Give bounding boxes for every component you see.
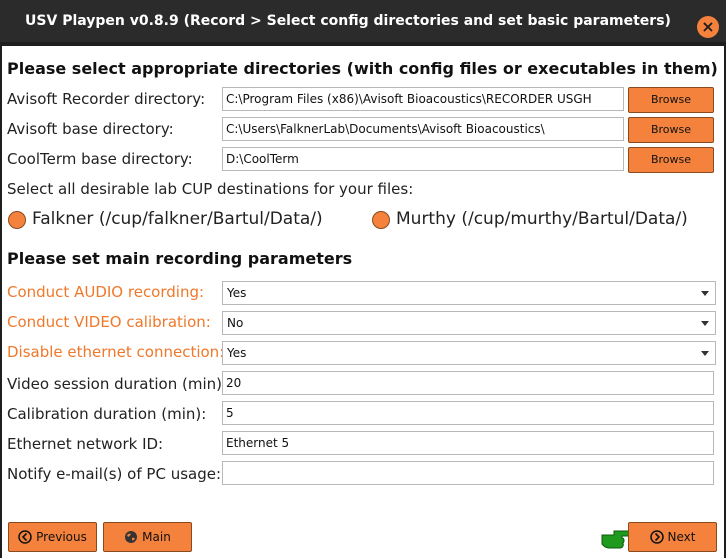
calibration-duration-field[interactable]: 5 [222, 401, 714, 425]
video-duration-label: Video session duration (min): [7, 375, 228, 393]
video-duration-field[interactable]: 20 [222, 371, 714, 395]
browse-coolterm-button[interactable]: Browse [628, 147, 714, 173]
network-id-field[interactable]: Ethernet 5 [222, 431, 714, 455]
globe-icon [125, 531, 138, 543]
next-arrow-icon [649, 530, 664, 544]
murthy-radio[interactable] [372, 211, 390, 229]
disable-ethernet-select[interactable]: Yes [222, 341, 716, 365]
browse-avisoft-base-button[interactable]: Browse [628, 117, 714, 143]
close-icon[interactable]: × [697, 16, 719, 38]
recorder-dir-field[interactable]: C:\Program Files (x86)\Avisoft Bioacoust… [222, 87, 624, 111]
previous-button-label: Previous [36, 530, 87, 544]
falkner-radio[interactable] [8, 211, 26, 229]
notify-email-label: Notify e-mail(s) of PC usage: [7, 465, 222, 483]
main-button-label: Main [142, 530, 171, 544]
video-calibration-label: Conduct VIDEO calibration: [7, 313, 211, 331]
directories-heading: Please select appropriate directories (w… [7, 59, 718, 78]
avisoft-base-dir-label: Avisoft base directory: [7, 120, 174, 138]
coolterm-dir-field[interactable]: D:\CoolTerm [222, 147, 624, 171]
window-title: USV Playpen v0.8.9 (Record > Select conf… [25, 13, 671, 29]
next-button[interactable]: Next [628, 522, 717, 552]
video-calibration-value: No [227, 316, 244, 330]
calibration-duration-label: Calibration duration (min): [7, 405, 207, 423]
main-button[interactable]: Main [103, 522, 192, 552]
params-heading: Please set main recording parameters [7, 249, 353, 268]
disable-ethernet-label: Disable ethernet connection: [7, 343, 225, 361]
disable-ethernet-value: Yes [227, 346, 247, 360]
previous-arrow-icon [18, 530, 32, 544]
avisoft-base-dir-field[interactable]: C:\Users\FalknerLab\Documents\Avisoft Bi… [222, 117, 624, 141]
coolterm-dir-label: CoolTerm base directory: [7, 150, 193, 168]
audio-recording-label: Conduct AUDIO recording: [7, 283, 205, 301]
audio-recording-select[interactable]: Yes [222, 281, 716, 305]
falkner-radio-label[interactable]: Falkner (/cup/falkner/Bartul/Data/) [32, 209, 323, 229]
title-bar: USV Playpen v0.8.9 (Record > Select conf… [0, 0, 726, 42]
audio-recording-value: Yes [227, 286, 247, 300]
previous-button[interactable]: Previous [8, 522, 97, 552]
main-panel: Please select appropriate directories (w… [2, 46, 724, 558]
murthy-radio-label[interactable]: Murthy (/cup/murthy/Bartul/Data/) [396, 209, 688, 229]
video-calibration-select[interactable]: No [222, 311, 716, 335]
dropdown-arrow-icon [701, 351, 709, 356]
dropdown-arrow-icon [701, 291, 709, 296]
cup-destinations-label: Select all desirable lab CUP destination… [7, 180, 414, 198]
notify-email-field[interactable] [222, 461, 714, 485]
recorder-dir-label: Avisoft Recorder directory: [7, 90, 206, 108]
network-id-label: Ethernet network ID: [7, 435, 164, 453]
dropdown-arrow-icon [701, 321, 709, 326]
next-button-label: Next [667, 530, 696, 544]
browse-recorder-button[interactable]: Browse [628, 87, 714, 113]
